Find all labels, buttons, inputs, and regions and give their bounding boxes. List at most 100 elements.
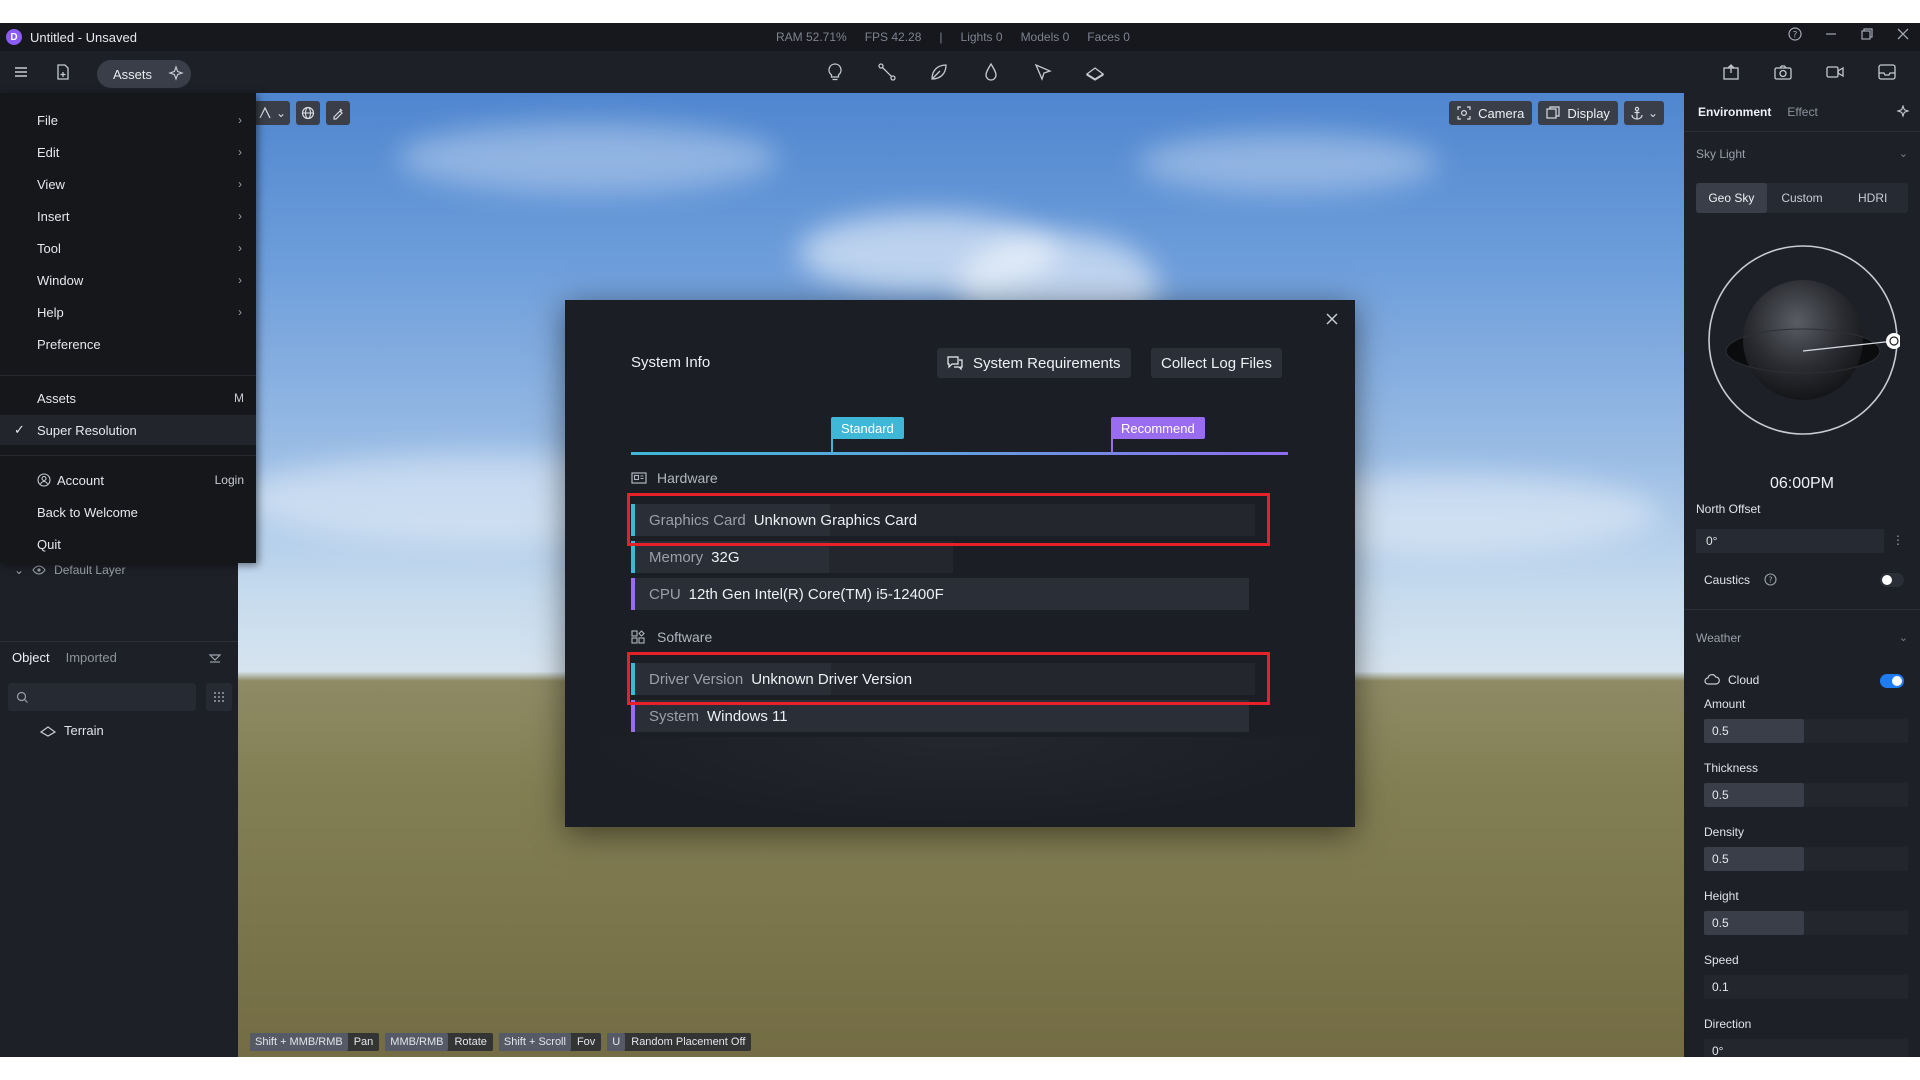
chevron-down-icon[interactable]: ⌄ — [14, 563, 24, 577]
info-value: 32G — [711, 548, 740, 566]
display-button[interactable]: Display — [1538, 101, 1618, 125]
sky-mode-geo[interactable]: Geo Sky — [1696, 183, 1767, 213]
menu-item-edit[interactable]: Edit › — [0, 137, 256, 167]
software-icon — [631, 630, 645, 644]
slider-density[interactable]: 0.5 — [1704, 847, 1908, 871]
menu-item-preference[interactable]: Preference — [0, 329, 256, 359]
minimize-icon[interactable] — [1824, 27, 1838, 41]
info-icon[interactable]: ? — [1764, 573, 1777, 586]
stat-models: Models 0 — [1020, 30, 1070, 44]
tab-object[interactable]: Object — [12, 650, 50, 665]
sky-mode-custom[interactable]: Custom — [1767, 183, 1838, 213]
chevron-down-icon[interactable]: ⌄ — [1899, 147, 1908, 160]
cloud-icon — [1704, 673, 1720, 685]
menu-item-super-resolution[interactable]: ✓ Super Resolution — [0, 415, 256, 445]
tier-recommend-tag: Recommend — [1111, 417, 1205, 439]
close-icon[interactable] — [1323, 310, 1341, 328]
screenshot-camera-icon[interactable] — [1768, 57, 1798, 87]
export-icon[interactable] — [1716, 57, 1746, 87]
collect-log-files-button[interactable]: Collect Log Files — [1151, 348, 1282, 378]
chevron-right-icon: › — [238, 273, 242, 287]
tree-item-terrain[interactable]: Terrain — [40, 723, 104, 738]
menu-item-window[interactable]: Window › — [0, 265, 256, 295]
water-drop-icon[interactable] — [976, 57, 1006, 87]
system-requirements-button[interactable]: System Requirements — [937, 348, 1131, 378]
menu-item-help[interactable]: Help › — [0, 297, 256, 327]
menu-item-quit[interactable]: Quit — [0, 529, 256, 559]
render-queue-icon[interactable] — [1872, 57, 1902, 87]
camera-button[interactable]: Camera — [1449, 101, 1533, 125]
sky-mode-hdri[interactable]: HDRI — [1837, 183, 1908, 213]
assets-toggle-button[interactable]: Assets — [97, 60, 191, 88]
slider-speed[interactable]: 0.1 — [1704, 975, 1908, 999]
menu-item-assets[interactable]: Assets M — [0, 383, 256, 413]
stat-fps: FPS 42.28 — [864, 30, 922, 44]
hint-key: Shift + MMB/RMB — [250, 1033, 348, 1051]
tier-recommend-tick — [1111, 427, 1113, 455]
system-info-dialog: System Info System Requirements Collect … — [565, 300, 1355, 827]
search-input[interactable] — [37, 690, 187, 704]
more-options-icon[interactable]: ⋮ — [1892, 533, 1904, 547]
video-record-icon[interactable] — [1820, 57, 1850, 87]
restore-icon[interactable] — [1860, 27, 1874, 41]
chevron-down-icon: ⌄ — [1647, 106, 1658, 120]
menu-item-tool[interactable]: Tool › — [0, 233, 256, 263]
menu-item-view[interactable]: View › — [0, 169, 256, 199]
hint-action: Rotate — [454, 1036, 487, 1048]
hint-key: MMB/RMB — [385, 1033, 449, 1051]
chevron-down-icon[interactable]: ⌄ — [1899, 631, 1908, 644]
stat-ram: RAM 52.71% — [776, 30, 847, 44]
help-icon[interactable]: ? — [1788, 27, 1802, 41]
light-bulb-icon[interactable] — [820, 57, 850, 87]
cloud-toggle[interactable] — [1880, 674, 1904, 688]
menu-item-label: Quit — [37, 536, 61, 552]
slider-value: 0° — [1712, 1044, 1724, 1057]
toggle-knob — [1882, 575, 1892, 585]
globe-button[interactable] — [296, 101, 321, 125]
object-tabs: Object Imported — [0, 641, 238, 673]
menu-item-label: Account — [57, 472, 104, 488]
menu-item-insert[interactable]: Insert › — [0, 201, 256, 231]
menu-item-file[interactable]: File › — [0, 105, 256, 135]
menu-item-account[interactable]: Account Login — [0, 465, 256, 495]
north-offset-input[interactable]: 0° — [1696, 529, 1884, 553]
path-tool-icon[interactable] — [872, 57, 902, 87]
layer-row[interactable]: ⌄ Default Layer — [14, 563, 125, 577]
hamburger-menu-button[interactable] — [6, 57, 36, 87]
terrain-tool-icon[interactable] — [1080, 57, 1110, 87]
sparkle-icon[interactable] — [1896, 105, 1910, 119]
slider-value: 0.5 — [1712, 852, 1729, 866]
shortcut-key: M — [234, 391, 244, 405]
filter-icon[interactable] — [208, 651, 222, 665]
menu-item-label: Edit — [37, 144, 60, 160]
hint-pan: Shift + MMB/RMB Pan — [250, 1033, 380, 1051]
ai-sparkle-icon[interactable] — [167, 65, 185, 83]
slider-direction[interactable]: 0° — [1704, 1039, 1908, 1057]
menu-icon — [15, 67, 27, 77]
anchor-dropdown[interactable]: ⌄ — [1623, 101, 1664, 125]
hint-key: U — [607, 1033, 626, 1051]
hardware-icon — [631, 472, 647, 484]
tab-effect[interactable]: Effect — [1787, 105, 1817, 119]
menu-item-back-to-welcome[interactable]: Back to Welcome — [0, 497, 256, 527]
snap-button[interactable] — [326, 101, 351, 125]
close-window-icon[interactable] — [1896, 27, 1910, 41]
caustics-toggle[interactable] — [1880, 573, 1904, 587]
slider-thickness[interactable]: 0.5 — [1704, 783, 1908, 807]
slider-height[interactable]: 0.5 — [1704, 911, 1908, 935]
tab-environment[interactable]: Environment — [1698, 105, 1771, 119]
tab-imported[interactable]: Imported — [66, 650, 117, 665]
login-link[interactable]: Login — [215, 473, 244, 487]
sun-position-dial[interactable] — [1706, 243, 1900, 437]
eye-icon[interactable] — [32, 565, 46, 575]
object-search[interactable] — [8, 683, 196, 711]
slider-amount[interactable]: 0.5 — [1704, 719, 1908, 743]
slider-label-height: Height — [1704, 889, 1739, 903]
select-cursor-icon[interactable] — [1028, 57, 1058, 87]
camera-frame-icon — [1457, 106, 1471, 120]
grid-view-button[interactable] — [206, 683, 232, 711]
sky-light-heading: Sky Light — [1696, 147, 1746, 161]
transform-dropdown[interactable]: ⌄ — [254, 101, 291, 125]
new-file-button[interactable] — [48, 57, 78, 87]
leaf-tool-icon[interactable] — [924, 57, 954, 87]
